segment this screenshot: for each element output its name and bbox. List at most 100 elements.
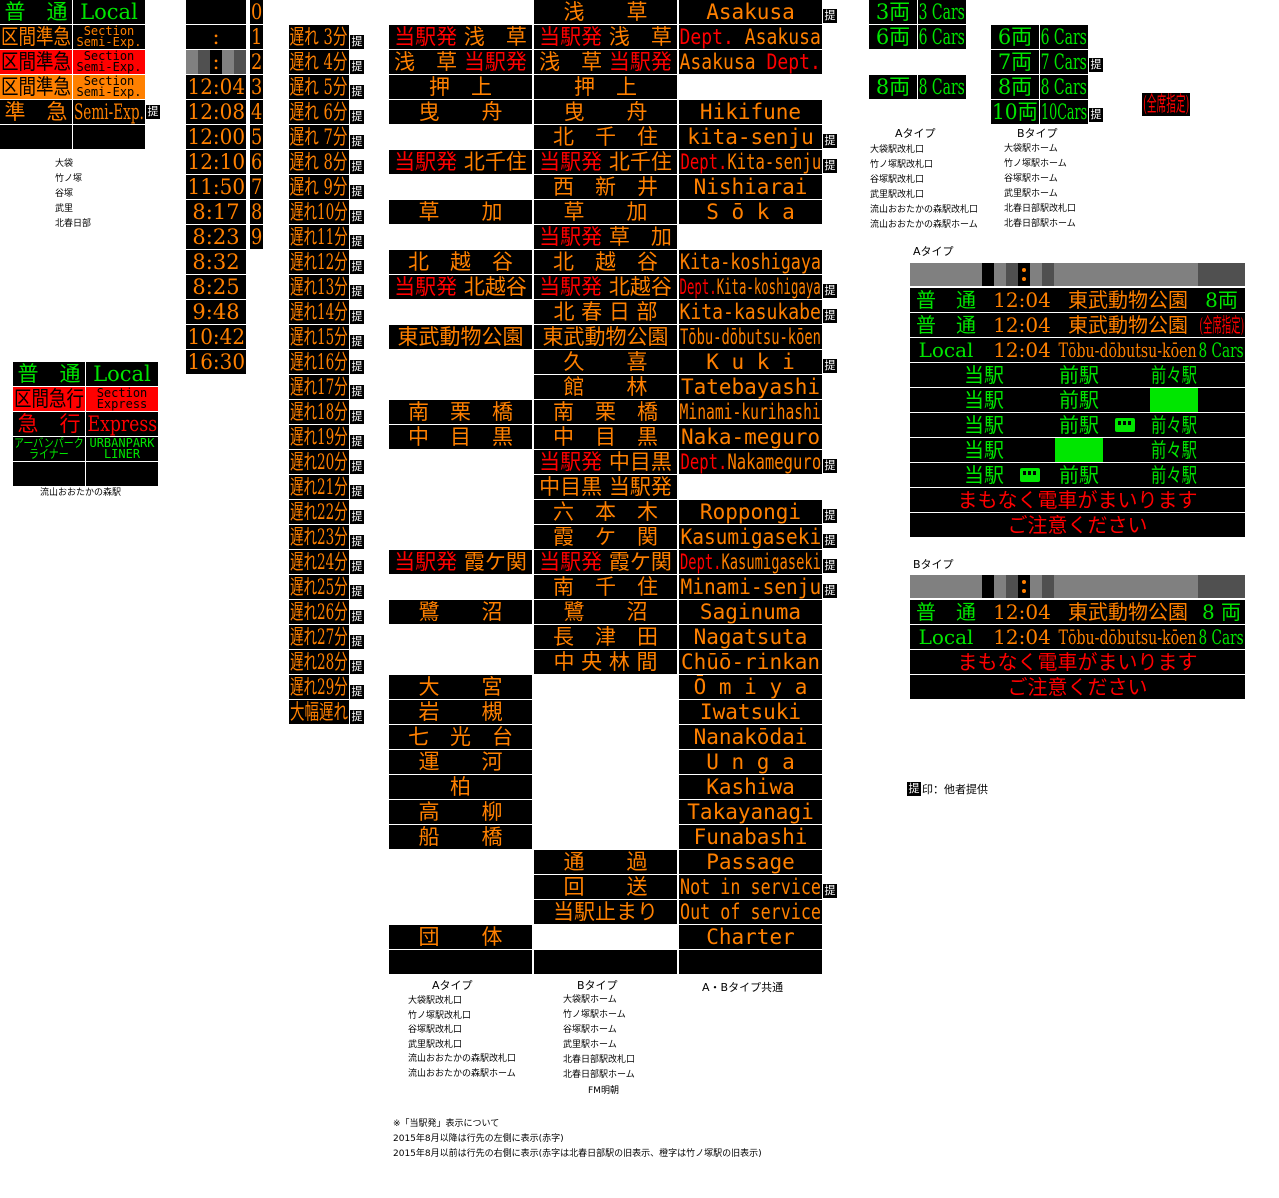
cell-text: 遅れ11分: [290, 226, 348, 248]
bar-segment: [982, 575, 994, 598]
time-display: 12:00: [186, 125, 246, 149]
text-segment: 10両: [992, 100, 1038, 124]
text-segment: 中 央 林 間: [553, 650, 658, 674]
cell-text: 12:04: [993, 602, 1051, 622]
provided-mark-icon: 提: [350, 635, 364, 649]
delay-display: 遅れ 4分: [289, 50, 349, 74]
text-segment: 柏: [450, 775, 471, 799]
bar-segment: [1042, 575, 1054, 598]
cell-text: 区間準急: [1, 76, 71, 98]
cell-text: 団 体: [419, 926, 503, 948]
text-segment: 6 Cars: [918, 25, 966, 49]
text-segment: 8:23: [192, 225, 240, 249]
destination-a: 岩 槻: [389, 700, 532, 724]
text-segment: 12:10: [187, 150, 245, 174]
text-segment: 浅 草: [608, 25, 672, 49]
cell-text: 5: [251, 126, 262, 148]
text-segment: Asakusa: [745, 25, 822, 49]
train-type-en: Local: [86, 362, 158, 386]
text-segment: 前駅: [1059, 388, 1099, 412]
train-type-jp: 区間準急: [0, 75, 72, 99]
text-segment: 8両: [1205, 288, 1238, 312]
text-segment: 中目黒: [608, 450, 672, 474]
cell-text: 当駅: [964, 440, 1004, 460]
text-segment: 8 両: [1201, 600, 1242, 624]
cell-text: 遅れ23分: [290, 526, 348, 548]
provided-mark-icon: 提: [823, 284, 837, 298]
cell-text: 東武動物公園: [398, 326, 524, 348]
text-segment: 六 本 木: [553, 500, 658, 524]
text-segment: 北 春 日 部: [553, 300, 658, 324]
destination-en: Charter: [679, 925, 822, 949]
delay-display: 遅れ12分: [289, 250, 349, 274]
text-segment: 遅れ10分: [290, 200, 348, 224]
destination-b: 当駅止まり: [534, 900, 677, 924]
provided-mark-icon: 提: [823, 359, 837, 373]
station-label: 流山おおたかの森駅改札口: [408, 1054, 517, 1065]
cell-text: ご注意ください: [1008, 677, 1148, 697]
provided-mark-icon: 提: [823, 9, 837, 23]
text-segment: 霞 ケ 関: [553, 525, 658, 549]
text-segment: 中 目 黒: [408, 425, 513, 449]
cell-text: Asakusa: [706, 1, 795, 23]
train-type-en: [73, 125, 145, 149]
cell-text: 遅れ12分: [290, 251, 348, 273]
cell-text: Dept.Kasumigaseki: [680, 551, 821, 573]
cell-text: Dept.Kita-koshigaya: [680, 276, 821, 298]
cell-text: 中目黒 当駅発: [539, 475, 672, 499]
cell-text: 9:48: [192, 301, 239, 323]
time-display: 8:25: [186, 275, 246, 299]
cell-text: 当駅発 浅 草: [539, 25, 672, 49]
train-type-en: Section Semi-Exp.: [73, 25, 145, 49]
text-segment: 南 千 住: [553, 575, 658, 599]
text-segment: 遅れ 8分: [289, 150, 349, 174]
provided-mark-icon: 提: [823, 509, 837, 523]
destination-en: Not in service: [679, 875, 822, 899]
delay-display: 遅れ 8分: [289, 150, 349, 174]
text-segment: 東武動物公園: [1068, 288, 1188, 312]
cell-text: 8:17: [192, 201, 239, 223]
cell-text: 当駅発 北千住: [394, 151, 527, 173]
cell-text: 鷺 沼: [419, 601, 503, 623]
cell-text: 遅れ16分: [290, 351, 348, 373]
destination-b: 当駅発 霞ケ関: [534, 550, 677, 574]
time-display: 11:50: [186, 175, 246, 199]
cars-en: 3 Cars: [918, 0, 966, 24]
cell-text: 8: [251, 201, 262, 223]
type-a-label: Aタイプ: [913, 245, 954, 258]
position-prev: 前駅: [1055, 413, 1103, 437]
cars-en: 8 Cars: [918, 75, 966, 99]
cell-text: 12:00: [187, 125, 245, 149]
cell-text: 北 越 谷: [553, 251, 658, 273]
text-segment: 12:00: [187, 125, 245, 149]
train-type-en: URBANPARK LINER: [86, 437, 158, 461]
cell-text: 当駅: [964, 465, 1004, 485]
text-segment: Nanakōdai: [693, 725, 808, 749]
cell-text: 9: [251, 226, 262, 248]
cell-text: 前々駅: [1151, 390, 1197, 410]
field-dest: 東武動物公園: [1058, 600, 1198, 624]
cell-text: 柏: [450, 775, 471, 799]
destination-en: Kasumigaseki: [679, 525, 822, 549]
destination-en: kita-senju: [679, 125, 822, 149]
text-segment: 前駅: [1059, 438, 1099, 462]
text-segment: Tōbu-dōbutsu-kōen: [680, 325, 821, 349]
text-segment: Tōbu-dōbutsu-kōen: [1058, 625, 1198, 649]
digit-display: 9: [250, 225, 263, 249]
cell-text: 6: [251, 151, 262, 173]
time-display: [186, 0, 246, 24]
text-segment: 当駅発: [539, 25, 609, 49]
cell-text: 遅れ22分: [290, 501, 348, 523]
cell-text: 遅れ 9分: [290, 176, 348, 198]
text-segment: 6 Cars: [1040, 25, 1088, 49]
cell-text: Semi-Exp.: [74, 101, 144, 123]
destination-a: 当駅発 浅 草: [389, 25, 532, 49]
cell-text: 押 上: [429, 76, 492, 98]
destination-b: 中目黒 当駅発: [534, 475, 677, 499]
text-segment: 8両: [875, 75, 911, 99]
text-segment: 11:50: [187, 175, 245, 199]
text-segment: 中目黒 当駅発: [539, 475, 672, 499]
cell-text: 前駅: [1059, 415, 1099, 435]
cell-text: (全席指定): [1199, 315, 1244, 335]
field-dest: Tōbu-dōbutsu-kōen: [1058, 625, 1198, 649]
